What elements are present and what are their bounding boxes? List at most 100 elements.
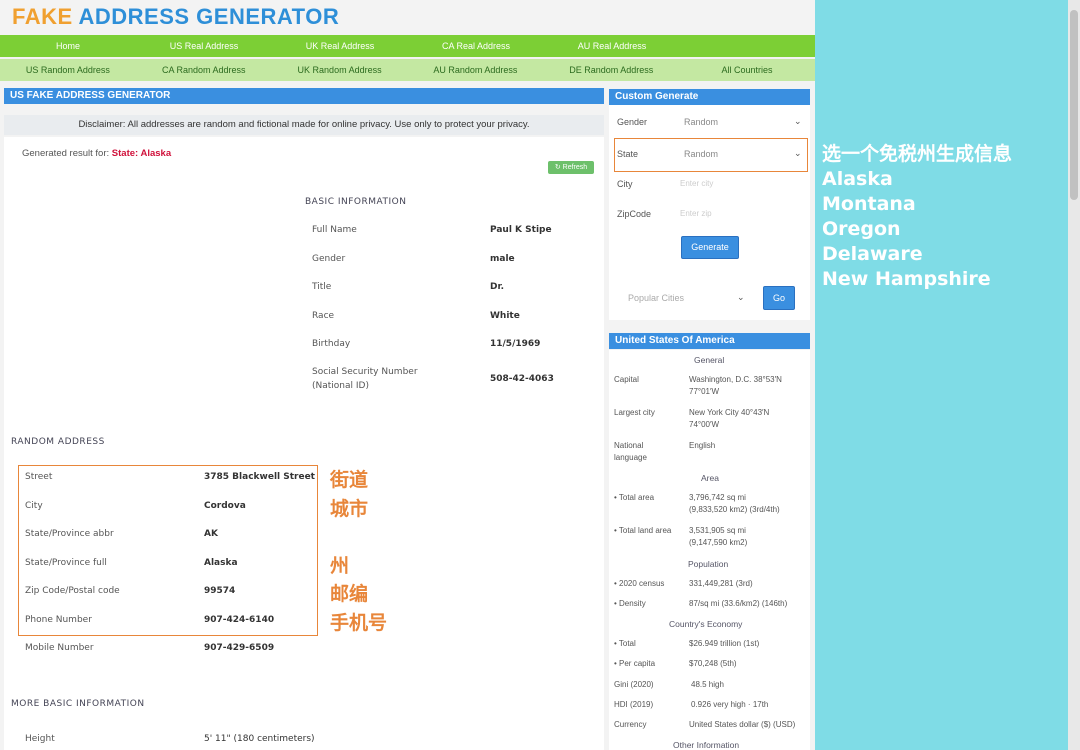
site-logo[interactable]: FAKE ADDRESS GENERATOR bbox=[12, 4, 339, 30]
popular-cities-select[interactable]: Popular Cities ⌄ bbox=[623, 288, 753, 308]
gender-select[interactable]: Random ⌄ bbox=[679, 111, 804, 133]
largest-city-label: Largest city bbox=[614, 408, 655, 417]
gdp-total-value: $26.949 trillion (1st) bbox=[689, 639, 760, 648]
total-area-line1: 3,796,742 sq mi bbox=[689, 493, 746, 502]
nav-home[interactable]: Home bbox=[0, 35, 136, 57]
per-capita-label: • Per capita bbox=[614, 659, 656, 668]
chevron-down-icon: ⌄ bbox=[794, 148, 802, 158]
currency-label: Currency bbox=[614, 720, 647, 729]
country-info-panel: General Capital Washington, D.C. 38°53′N… bbox=[609, 350, 810, 750]
popular-cities-placeholder: Popular Cities bbox=[628, 293, 685, 303]
largest-city-line2: 74°00′W bbox=[689, 420, 720, 429]
address-label-state-abbr: State/Province abbr bbox=[25, 529, 114, 539]
chevron-down-icon: ⌄ bbox=[737, 292, 745, 302]
state-field-label: State bbox=[617, 149, 639, 159]
address-label-zip: Zip Code/Postal code bbox=[25, 586, 120, 596]
nav-ca-random-address[interactable]: CA Random Address bbox=[136, 59, 272, 81]
nav-ca-real-address[interactable]: CA Real Address bbox=[408, 35, 544, 57]
nav-us-real-address[interactable]: US Real Address bbox=[136, 35, 272, 57]
total-area-label: • Total area bbox=[614, 493, 655, 502]
largest-city-line1: New York City 40°43′N bbox=[689, 408, 770, 417]
national-language-label-line1: National bbox=[614, 441, 644, 450]
nav-au-random-address[interactable]: AU Random Address bbox=[407, 59, 543, 81]
generate-button[interactable]: Generate bbox=[681, 236, 739, 259]
zipcode-input[interactable]: Enter zip bbox=[679, 203, 804, 225]
total-area-value: 3,796,742 sq mi (9,833,520 km2) (3rd/4th) bbox=[689, 492, 780, 516]
state-select-value: Random bbox=[684, 149, 719, 159]
primary-nav: Home US Real Address UK Real Address CA … bbox=[0, 35, 815, 57]
address-value-zip: 99574 bbox=[204, 586, 236, 596]
land-area-line1: 3,531,905 sq mi bbox=[689, 526, 746, 535]
web-page: FAKE ADDRESS GENERATOR Home US Real Addr… bbox=[0, 0, 815, 750]
address-value-mobile: 907-429-6509 bbox=[204, 643, 275, 653]
city-input-placeholder: Enter city bbox=[680, 179, 714, 188]
basic-label-ssn-sub: (National ID) bbox=[312, 381, 369, 391]
land-area-line2: (9,147,590 km2) bbox=[689, 538, 748, 547]
gini-label: Gini (2020) bbox=[614, 680, 654, 689]
per-capita-value: $70,248 (5th) bbox=[689, 659, 737, 668]
address-value-city: Cordova bbox=[204, 501, 246, 511]
vertical-scrollbar[interactable] bbox=[1068, 0, 1080, 750]
address-highlight-box bbox=[18, 465, 318, 636]
basic-label-birthday: Birthday bbox=[312, 339, 351, 349]
nav-uk-real-address[interactable]: UK Real Address bbox=[272, 35, 408, 57]
capital-value-line1: Washington, D.C. 38°53′N bbox=[689, 375, 782, 384]
population-subheader: Population bbox=[688, 559, 729, 569]
general-subheader: General bbox=[694, 355, 725, 365]
basic-value-full-name: Paul K Stipe bbox=[490, 225, 552, 235]
note-state-montana: Montana bbox=[822, 193, 916, 215]
other-info-subheader: Other Information bbox=[673, 740, 740, 750]
note-state-new-hampshire: New Hampshire bbox=[822, 268, 991, 290]
note-phone: 手机号 bbox=[330, 612, 388, 634]
zipcode-input-placeholder: Enter zip bbox=[680, 209, 712, 218]
secondary-nav: US Random Address CA Random Address UK R… bbox=[0, 59, 815, 81]
address-label-street: Street bbox=[25, 472, 53, 482]
basic-label-race: Race bbox=[312, 311, 335, 321]
result-state: State: Alaska bbox=[111, 148, 172, 159]
state-select[interactable]: Random ⌄ bbox=[679, 143, 804, 165]
address-value-state-abbr: AK bbox=[204, 529, 218, 539]
gender-select-value: Random bbox=[684, 117, 719, 127]
currency-value: United States dollar ($) (USD) bbox=[689, 720, 796, 729]
basic-info-title: BASIC INFORMATION bbox=[305, 197, 407, 207]
nav-de-random-address[interactable]: DE Random Address bbox=[543, 59, 679, 81]
nav-uk-random-address[interactable]: UK Random Address bbox=[272, 59, 408, 81]
note-state: 州 bbox=[330, 555, 350, 577]
density-label: • Density bbox=[614, 599, 646, 608]
scrollbar-thumb[interactable] bbox=[1070, 10, 1078, 200]
capital-value-line2: 77°01′W bbox=[689, 387, 720, 396]
area-subheader: Area bbox=[701, 473, 719, 483]
refresh-button[interactable]: ↻ Refresh bbox=[548, 161, 594, 174]
result-label: Generated result for: bbox=[22, 148, 110, 159]
nav-us-random-address[interactable]: US Random Address bbox=[0, 59, 136, 81]
disclaimer-text: Disclaimer: All addresses are random and… bbox=[4, 115, 604, 135]
note-zip: 邮编 bbox=[330, 583, 369, 605]
address-value-street: 3785 Blackwell Street bbox=[204, 472, 315, 482]
note-street: 街道 bbox=[330, 469, 369, 491]
zipcode-field-label: ZipCode bbox=[617, 209, 652, 219]
nav-all-countries[interactable]: All Countries bbox=[679, 59, 815, 81]
nav-au-real-address[interactable]: AU Real Address bbox=[544, 35, 680, 57]
refresh-label: Refresh bbox=[562, 164, 588, 171]
note-city: 城市 bbox=[330, 498, 369, 520]
custom-generate-panel: Gender Random ⌄ State Random ⌄ City Ente… bbox=[609, 105, 810, 320]
density-value: 87/sq mi (33.6/km2) (146th) bbox=[689, 599, 788, 608]
tax-free-states-note: 选一个免税州生成信息 Alaska Montana Oregon Delawar… bbox=[822, 142, 1012, 292]
address-label-city: City bbox=[25, 501, 43, 511]
note-state-alaska: Alaska bbox=[822, 168, 893, 190]
land-area-value: 3,531,905 sq mi (9,147,590 km2) bbox=[689, 525, 747, 549]
address-label-phone: Phone Number bbox=[25, 615, 92, 625]
more-label-height: Height bbox=[25, 734, 55, 744]
gdp-total-label: • Total bbox=[614, 639, 636, 648]
basic-value-ssn: 508-42-4063 bbox=[490, 374, 554, 384]
country-header: United States Of America bbox=[609, 333, 810, 349]
city-input[interactable]: Enter city bbox=[679, 173, 804, 195]
go-button[interactable]: Go bbox=[763, 286, 795, 310]
address-value-phone: 907-424-6140 bbox=[204, 615, 275, 625]
random-address-title: RANDOM ADDRESS bbox=[11, 437, 105, 447]
basic-value-birthday: 11/5/1969 bbox=[490, 339, 541, 349]
capital-label: Capital bbox=[614, 375, 639, 384]
result-content: Generated result for: State: Alaska ↻ Re… bbox=[4, 137, 604, 750]
economy-subheader: Country's Economy bbox=[669, 619, 743, 629]
basic-label-full-name: Full Name bbox=[312, 225, 357, 235]
